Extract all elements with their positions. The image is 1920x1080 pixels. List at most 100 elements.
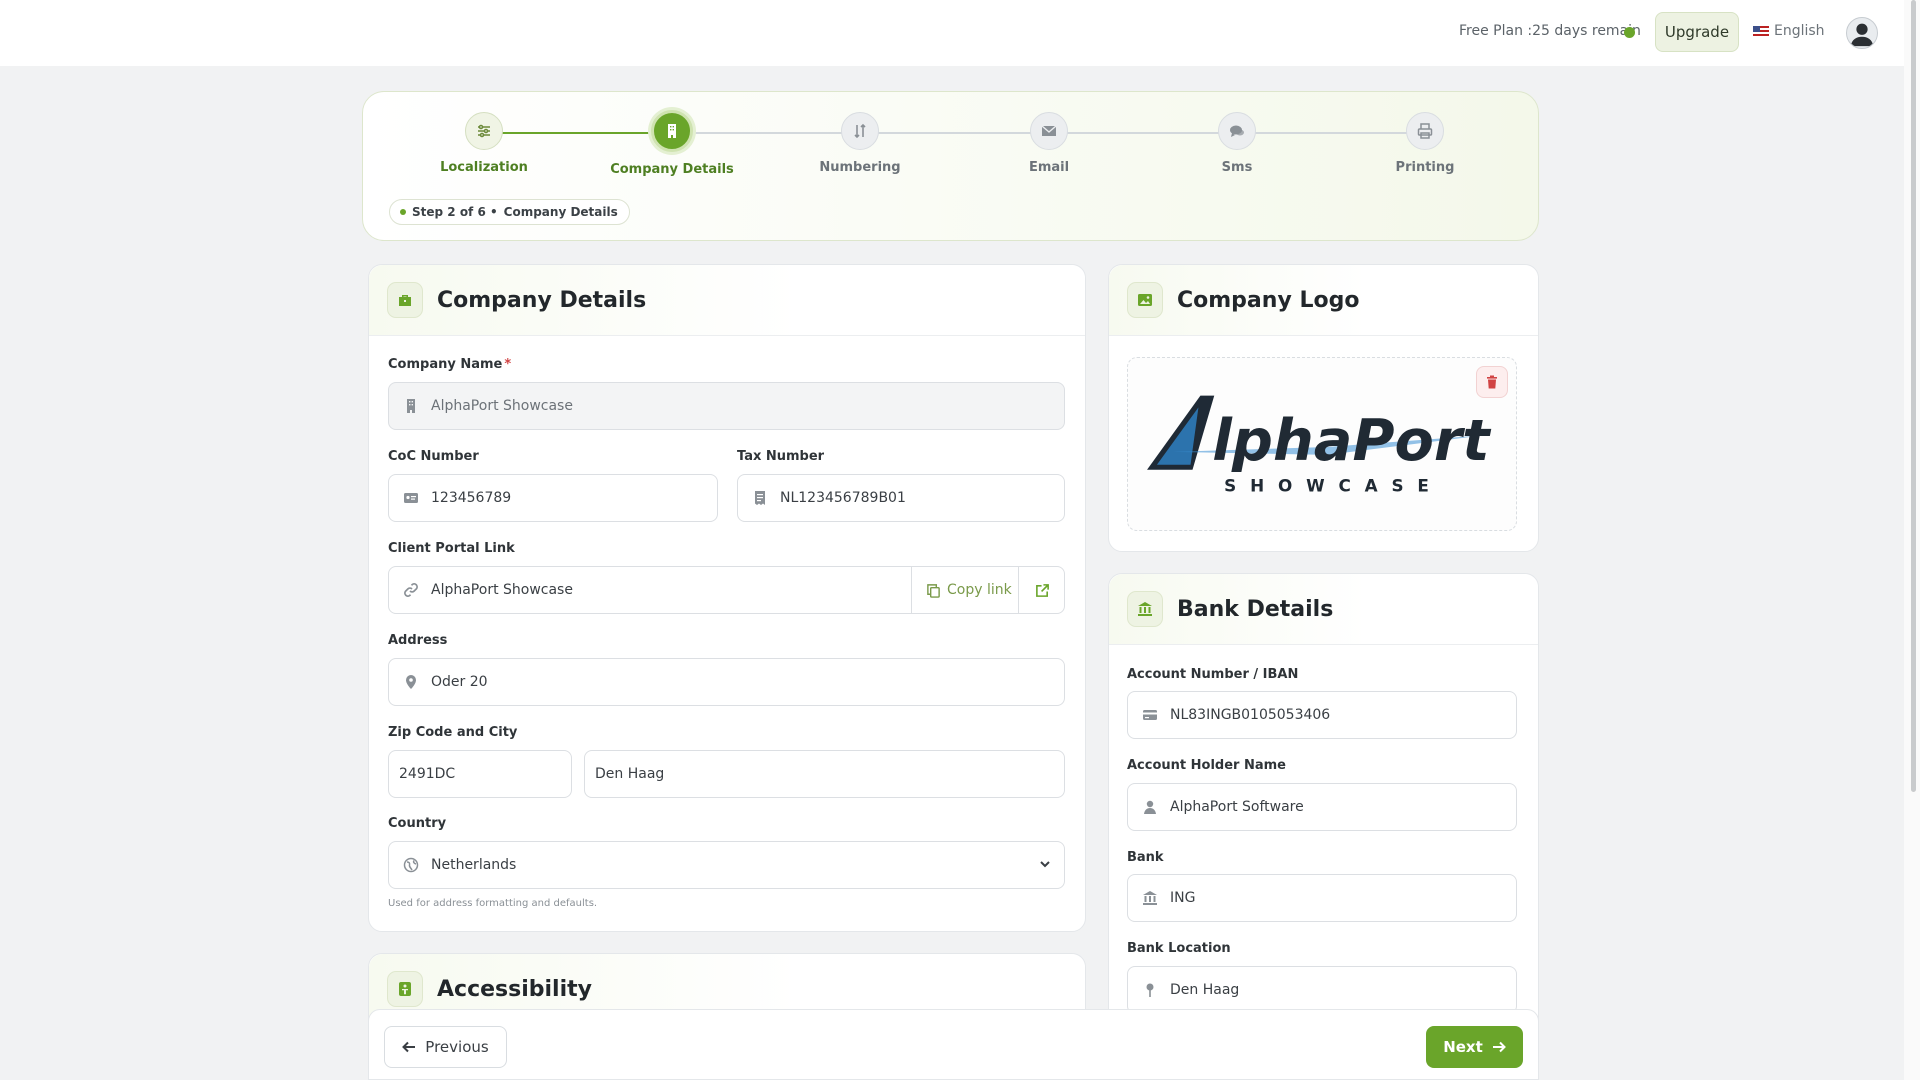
next-button[interactable]: Next	[1426, 1026, 1523, 1068]
envelope-icon	[1030, 112, 1068, 150]
field-value: 123456789	[431, 490, 512, 506]
step-email[interactable]: Email	[969, 112, 1129, 175]
field-value: NL123456789B01	[780, 490, 906, 506]
field-value: AlphaPort Software	[1170, 799, 1304, 815]
bank-icon	[1127, 591, 1163, 627]
zip-code-field[interactable]: 2491DC	[388, 750, 572, 798]
client-portal-field[interactable]: AlphaPort Showcase Copy link	[388, 566, 1065, 614]
upgrade-button[interactable]: Upgrade	[1655, 12, 1739, 52]
tax-number-field[interactable]: NL123456789B01	[737, 474, 1065, 522]
step-label: Email	[1028, 160, 1070, 175]
plan-status-dot	[1624, 27, 1635, 38]
copy-icon	[926, 583, 941, 598]
briefcase-icon	[387, 282, 423, 318]
printer-icon	[1406, 112, 1444, 150]
card-title: Company Logo	[1177, 287, 1360, 313]
step-localization[interactable]: Localization	[404, 112, 564, 175]
arrow-right-icon	[1492, 1040, 1506, 1054]
step-label: Printing	[1395, 160, 1455, 175]
user-icon	[1142, 799, 1158, 815]
step-count-text: Step 2 of 6 •	[412, 205, 498, 219]
user-icon	[1850, 23, 1874, 47]
card-title: Bank Details	[1177, 596, 1334, 622]
credit-card-icon	[1142, 707, 1158, 723]
scrollbar-thumb[interactable]	[1911, 0, 1916, 792]
sort-icon	[841, 112, 879, 150]
building-icon	[403, 398, 419, 414]
chevron-down-icon	[1038, 857, 1052, 871]
account-holder-field[interactable]: AlphaPort Software	[1127, 783, 1517, 831]
step-label: Sms	[1221, 160, 1253, 175]
language-label: English	[1774, 23, 1825, 39]
globe-icon	[403, 857, 419, 873]
field-value: ING	[1170, 890, 1196, 906]
link-icon	[403, 582, 419, 598]
user-avatar[interactable]	[1846, 17, 1878, 49]
map-pin-icon	[1142, 982, 1158, 998]
logo-subtitle: SHOWCASE	[1224, 475, 1443, 495]
wizard-footer	[368, 1009, 1539, 1080]
logo-preview[interactable]: lphaPort SHOWCASE	[1127, 357, 1517, 531]
step-label: Localization	[440, 160, 528, 175]
logo-wordmark: lphaPort	[1212, 407, 1492, 474]
address-field[interactable]: Oder 20	[388, 658, 1065, 706]
receipt-icon	[752, 490, 768, 506]
trash-icon	[1485, 375, 1499, 389]
delete-logo-button[interactable]	[1476, 366, 1508, 398]
iban-field[interactable]: NL83INGB0105053406	[1127, 691, 1517, 739]
field-value: Netherlands	[431, 857, 517, 873]
country-hint: Used for address formatting and defaults…	[388, 898, 598, 909]
label-text: Company Name	[388, 357, 503, 372]
step-label: Company Details	[610, 162, 734, 177]
building-icon	[651, 110, 693, 152]
bank-location-field[interactable]: Den Haag	[1127, 966, 1517, 1014]
top-bar: Free Plan :25 days remain Upgrade Englis…	[0, 0, 1904, 66]
previous-label: Previous	[425, 1038, 489, 1056]
company-name-label: Company Name *	[388, 357, 511, 372]
company-name-field[interactable]: AlphaPort Showcase	[388, 382, 1065, 430]
step-company-details[interactable]: Company Details	[592, 110, 752, 177]
field-value: 2491DC	[399, 766, 456, 782]
coc-number-field[interactable]: 123456789	[388, 474, 718, 522]
field-value: Den Haag	[595, 766, 665, 782]
zip-city-label: Zip Code and City	[388, 725, 518, 740]
step-printing[interactable]: Printing	[1345, 112, 1505, 175]
chat-icon	[1218, 112, 1256, 150]
id-card-icon	[403, 490, 419, 506]
bank-field[interactable]: ING	[1127, 874, 1517, 922]
card-header: Company Details	[369, 265, 1085, 336]
open-link-button[interactable]	[1018, 567, 1065, 613]
account-holder-label: Account Holder Name	[1127, 758, 1286, 773]
step-sms[interactable]: Sms	[1157, 112, 1317, 175]
card-header: Company Logo	[1109, 265, 1538, 336]
step-name-text: Company Details	[503, 205, 618, 219]
city-field[interactable]: Den Haag	[584, 750, 1065, 798]
coc-number-label: CoC Number	[388, 449, 479, 464]
bank-icon	[1142, 890, 1158, 906]
bank-label: Bank	[1127, 850, 1164, 865]
field-value: AlphaPort Showcase	[431, 398, 573, 414]
next-label: Next	[1443, 1038, 1483, 1056]
map-pin-icon	[403, 674, 419, 690]
client-portal-label: Client Portal Link	[388, 541, 515, 556]
copy-link-label: Copy link	[947, 582, 1012, 598]
iban-label: Account Number / IBAN	[1127, 667, 1299, 682]
field-value: AlphaPort Showcase	[431, 582, 573, 598]
required-mark: *	[504, 357, 512, 372]
card-title: Accessibility	[437, 976, 592, 1002]
image-icon	[1127, 282, 1163, 318]
language-selector[interactable]: English	[1753, 23, 1825, 39]
accessibility-icon	[387, 971, 423, 1007]
company-logo-image: lphaPort SHOWCASE	[1147, 395, 1492, 495]
field-value: NL83INGB0105053406	[1170, 707, 1331, 723]
step-numbering[interactable]: Numbering	[780, 112, 940, 175]
pill-dot	[400, 209, 406, 215]
previous-button[interactable]: Previous	[384, 1026, 507, 1068]
card-title: Company Details	[437, 287, 647, 313]
card-header: Bank Details	[1109, 574, 1538, 645]
field-value: Den Haag	[1170, 982, 1240, 998]
sliders-icon	[465, 112, 503, 150]
copy-link-button[interactable]: Copy link	[911, 567, 1026, 613]
country-select[interactable]: Netherlands	[388, 841, 1065, 889]
field-value: Oder 20	[431, 674, 488, 690]
